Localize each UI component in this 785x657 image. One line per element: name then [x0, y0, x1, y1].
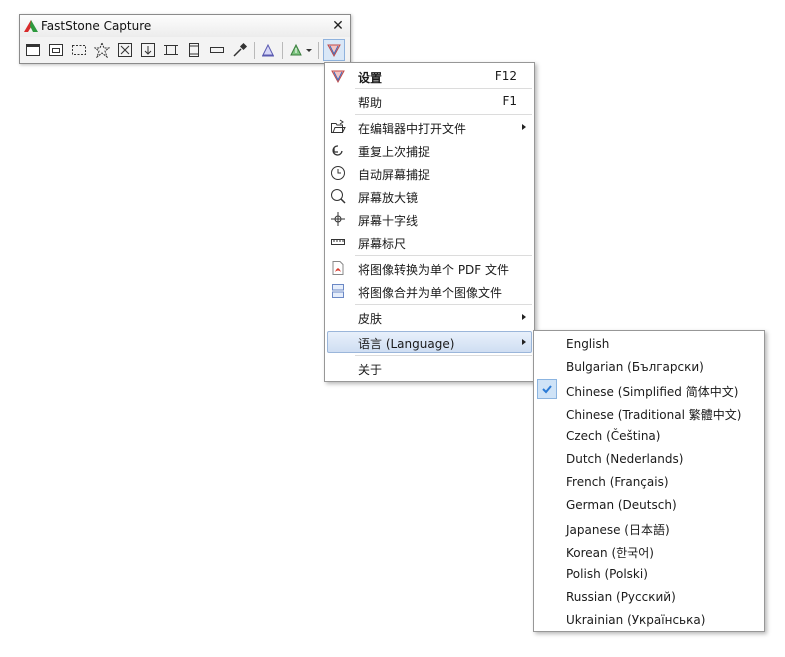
language-label: Korean (한국어)	[566, 546, 654, 560]
magnifier-icon	[330, 188, 346, 204]
submenu-arrow-icon	[522, 339, 526, 345]
language-label: German (Deutsch)	[566, 498, 677, 512]
language-item-polish[interactable]: Polish (Polski)	[536, 563, 762, 585]
menu-item-open-in-editor[interactable]: 在编辑器中打开文件	[327, 116, 532, 138]
settings-icon	[330, 68, 346, 84]
capture-scrolling-icon[interactable]	[137, 39, 159, 61]
menu-item-help[interactable]: 帮助 F1	[327, 90, 532, 112]
submenu-arrow-icon	[522, 314, 526, 320]
checkmark-icon	[537, 379, 557, 399]
pdf-file-icon	[330, 260, 346, 276]
language-label: Polish (Polski)	[566, 567, 648, 581]
faststone-logo-icon	[24, 20, 38, 32]
language-item-dutch[interactable]: Dutch (Nederlands)	[536, 448, 762, 470]
menu-separator	[355, 88, 532, 89]
capture-freehand-icon[interactable]	[91, 39, 113, 61]
menu-item-label: 设置	[358, 71, 383, 85]
toolbar-separator	[318, 42, 319, 59]
menu-item-language[interactable]: 语言 (Language)	[327, 331, 532, 353]
language-label: Dutch (Nederlands)	[566, 452, 684, 466]
toolbar-separator	[282, 42, 283, 59]
capture-fixed-region-icon[interactable]	[160, 39, 182, 61]
title-bar[interactable]: FastStone Capture ✕	[20, 15, 350, 37]
menu-item-label: 将图像转换为单个 PDF 文件	[358, 263, 510, 277]
menu-item-ruler[interactable]: 屏幕标尺	[327, 231, 532, 253]
menu-item-label: 帮助	[358, 96, 383, 110]
folder-open-icon	[330, 119, 346, 135]
capture-tool-strip	[22, 39, 348, 63]
close-button[interactable]: ✕	[330, 17, 346, 35]
language-item-french[interactable]: French (Français)	[536, 471, 762, 493]
output-editor-icon[interactable]	[257, 39, 279, 61]
language-label: Ukrainian (Українська)	[566, 613, 706, 627]
repeat-icon	[330, 142, 346, 158]
menu-item-skin[interactable]: 皮肤	[327, 306, 532, 328]
color-picker-icon[interactable]	[229, 39, 251, 61]
language-label: Bulgarian (Български)	[566, 360, 704, 374]
menu-item-label: 重复上次捕捉	[358, 145, 431, 159]
menu-separator	[355, 304, 532, 305]
menu-separator	[355, 355, 532, 356]
language-item-japanese[interactable]: Japanese (日本語)	[536, 517, 762, 539]
language-item-chinese-traditional[interactable]: Chinese (Traditional 繁體中文)	[536, 402, 762, 424]
language-label: English	[566, 337, 610, 351]
submenu-arrow-icon	[522, 124, 526, 130]
settings-dropdown-menu: 设置 F12 帮助 F1 在编辑器中打开文件 重复上次捕捉 自动屏幕捕捉 屏幕放…	[324, 62, 535, 382]
menu-item-label: 自动屏幕捕捉	[358, 168, 431, 182]
language-label: Russian (Русский)	[566, 590, 676, 604]
menu-item-shortcut: F12	[494, 69, 517, 83]
capture-window-object-icon[interactable]	[45, 39, 67, 61]
language-label: Japanese (日本語)	[566, 523, 670, 537]
language-item-english[interactable]: English	[536, 333, 762, 355]
menu-item-label: 屏幕放大镜	[358, 191, 419, 205]
settings-menu-icon[interactable]	[323, 39, 345, 61]
language-item-chinese-simplified[interactable]: Chinese (Simplified 简体中文)	[536, 379, 762, 401]
language-label: Czech (Čeština)	[566, 429, 661, 443]
language-item-czech[interactable]: Czech (Čeština)	[536, 425, 762, 447]
language-item-russian[interactable]: Russian (Русский)	[536, 586, 762, 608]
menu-item-label: 关于	[358, 363, 383, 377]
language-item-bulgarian[interactable]: Bulgarian (Български)	[536, 356, 762, 378]
clock-icon	[330, 165, 346, 181]
menu-item-magnifier[interactable]: 屏幕放大镜	[327, 185, 532, 207]
menu-separator	[355, 114, 532, 115]
language-item-german[interactable]: German (Deutsch)	[536, 494, 762, 516]
language-label: Chinese (Traditional 繁體中文)	[566, 408, 742, 422]
screen-recorder-icon[interactable]	[183, 39, 205, 61]
capture-menu-icon[interactable]	[206, 39, 228, 61]
menu-item-repeat-last-capture[interactable]: 重复上次捕捉	[327, 139, 532, 161]
menu-item-label: 语言 (Language)	[358, 337, 455, 351]
capture-active-window-icon[interactable]	[22, 39, 44, 61]
menu-item-label: 将图像合并为单个图像文件	[358, 286, 503, 300]
crosshair-icon	[330, 211, 346, 227]
language-submenu: English Bulgarian (Български) Chinese (S…	[533, 330, 765, 632]
menu-item-settings[interactable]: 设置 F12	[327, 65, 532, 87]
menu-item-label: 屏幕十字线	[358, 214, 419, 228]
menu-item-crosshair[interactable]: 屏幕十字线	[327, 208, 532, 230]
capture-rectangle-icon[interactable]	[68, 39, 90, 61]
combine-images-icon	[330, 283, 346, 299]
language-label: Chinese (Simplified 简体中文)	[566, 385, 739, 399]
language-label: French (Français)	[566, 475, 669, 489]
chevron-down-icon	[306, 48, 312, 52]
menu-item-label: 在编辑器中打开文件	[358, 122, 467, 136]
menu-item-shortcut: F1	[502, 94, 517, 108]
toolbar-separator	[254, 42, 255, 59]
ruler-icon	[330, 234, 346, 250]
menu-item-convert-to-pdf[interactable]: 将图像转换为单个 PDF 文件	[327, 257, 532, 279]
menu-item-label: 皮肤	[358, 312, 383, 326]
window-title: FastStone Capture	[41, 19, 152, 33]
faststone-toolbar-window: FastStone Capture ✕	[19, 14, 351, 64]
language-item-ukrainian[interactable]: Ukrainian (Українська)	[536, 609, 762, 631]
menu-item-auto-capture[interactable]: 自动屏幕捕捉	[327, 162, 532, 184]
language-item-korean[interactable]: Korean (한국어)	[536, 540, 762, 562]
menu-item-about[interactable]: 关于	[327, 357, 532, 379]
menu-item-combine-images[interactable]: 将图像合并为单个图像文件	[327, 280, 532, 302]
menu-item-label: 屏幕标尺	[358, 237, 407, 251]
output-destination-icon[interactable]	[285, 39, 315, 61]
capture-fullscreen-icon[interactable]	[114, 39, 136, 61]
menu-separator	[355, 255, 532, 256]
